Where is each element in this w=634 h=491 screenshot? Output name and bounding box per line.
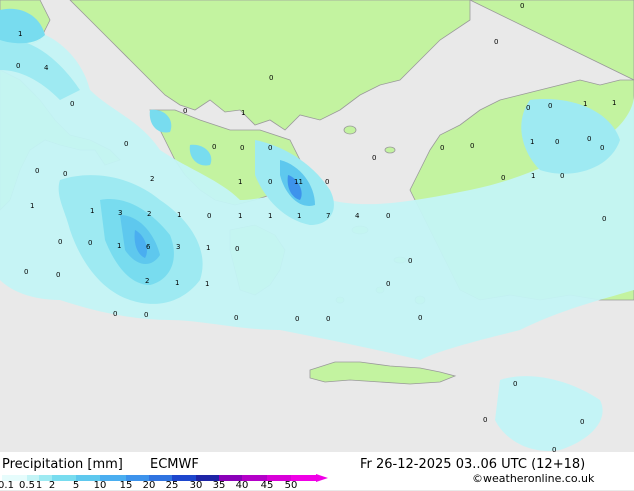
map-value: 0 — [183, 107, 187, 115]
map-value: 0 — [268, 178, 272, 186]
scale-label: 20 — [142, 480, 156, 491]
map-value: 1 — [238, 212, 242, 220]
map-value: 7 — [326, 212, 330, 220]
map-value: 0 — [520, 2, 524, 10]
map-value: 0 — [212, 143, 216, 151]
map-value: 6 — [146, 243, 151, 251]
map-value: 1 — [531, 172, 535, 180]
map-value: 0 — [235, 245, 239, 253]
map-value: 0 — [35, 167, 39, 175]
map-value: 0 — [295, 315, 299, 323]
scale-label: 50 — [284, 480, 298, 491]
map-value: 0 — [580, 418, 584, 426]
map-value: 0 — [440, 144, 444, 152]
map-value: 0 — [207, 212, 211, 220]
map-value: 0 — [526, 104, 530, 112]
map-value: 0 — [326, 315, 330, 323]
map-value: 1 — [297, 212, 301, 220]
map-value: 0 — [70, 100, 74, 108]
map-value: 0 — [386, 212, 390, 220]
map-value: 4 — [355, 212, 360, 220]
map-value: 0 — [24, 268, 28, 276]
map-value: 0 — [63, 170, 67, 178]
map-value: 0 — [555, 138, 559, 146]
map-value: 0 — [548, 102, 552, 110]
map-value: 4 — [44, 64, 49, 72]
scale-label: 40 — [235, 480, 249, 491]
map-value: 0 — [418, 314, 422, 322]
map-value: 0 — [268, 144, 272, 152]
map-value: 1 — [18, 30, 22, 38]
scale-label: 15 — [119, 480, 133, 491]
map-value: 1 — [177, 211, 181, 219]
map-value: 0 — [483, 416, 487, 424]
map-value: 0 — [470, 142, 474, 150]
scale-arrow — [316, 474, 328, 482]
product-title: Precipitation [mm] — [2, 457, 123, 472]
map-value: 0 — [600, 144, 604, 152]
map-value: 0 — [587, 135, 591, 143]
map-value: 11 — [294, 178, 303, 186]
map-value: 1 — [175, 279, 179, 287]
map-value: 0 — [124, 140, 128, 148]
map-value: 1 — [612, 99, 616, 107]
map-value: 0 — [58, 238, 62, 246]
scale-label: 5 — [72, 480, 80, 491]
map-value: 1 — [583, 100, 587, 108]
precipitation-map: 1 4 0 0 0 0 0 0 0 0 0 0 0 0 1 1 0 0 0 0 … — [0, 0, 634, 472]
scale-label: 10 — [93, 480, 107, 491]
scale-label: 1 — [35, 480, 43, 491]
credit: ©weatheronline.co.uk — [472, 472, 595, 485]
map-value: 1 — [117, 242, 121, 250]
map-value: 0 — [88, 239, 92, 247]
map-value: 0 — [560, 172, 564, 180]
scale-label: 30 — [189, 480, 203, 491]
map-value: 1 — [268, 212, 272, 220]
map-value: 0 — [234, 314, 238, 322]
scale-label: 25 — [165, 480, 179, 491]
valid-time: Fr 26-12-2025 03..06 UTC (12+18) — [360, 457, 586, 472]
map-value: 1 — [90, 207, 94, 215]
map-value: 0 — [501, 174, 505, 182]
map-value: 0 — [56, 271, 60, 279]
map-value: 1 — [530, 138, 534, 146]
map-value: 0 — [408, 257, 412, 265]
map-value: 0 — [494, 38, 498, 46]
map-value: 1 — [241, 109, 245, 117]
map-value: 0 — [113, 310, 117, 318]
map-value: 2 — [147, 210, 151, 218]
scale-label: 45 — [260, 480, 274, 491]
map-value: 0 — [16, 62, 20, 70]
map-value: 1 — [205, 280, 209, 288]
map-value: 2 — [150, 175, 154, 183]
scale-label: 2 — [48, 480, 56, 491]
map-value: 0 — [325, 178, 329, 186]
map-value: 2 — [145, 277, 149, 285]
map-value: 0 — [386, 280, 390, 288]
map-value: 1 — [206, 244, 210, 252]
map-value: 3 — [118, 209, 122, 217]
map-value: 3 — [176, 243, 180, 251]
map-value: 0 — [144, 311, 148, 319]
scale-label: 0.5 — [19, 480, 35, 491]
map-value: 0 — [372, 154, 376, 162]
map-value: 0 — [513, 380, 517, 388]
map-value: 1 — [238, 178, 242, 186]
map-value: 1 — [30, 202, 34, 210]
map-value: 0 — [269, 74, 273, 82]
scale-label: 35 — [212, 480, 226, 491]
map-value: 0 — [602, 215, 606, 223]
scale-label: 0.1 — [0, 480, 14, 491]
map-value: 0 — [240, 144, 244, 152]
model-name: ECMWF — [150, 457, 199, 472]
